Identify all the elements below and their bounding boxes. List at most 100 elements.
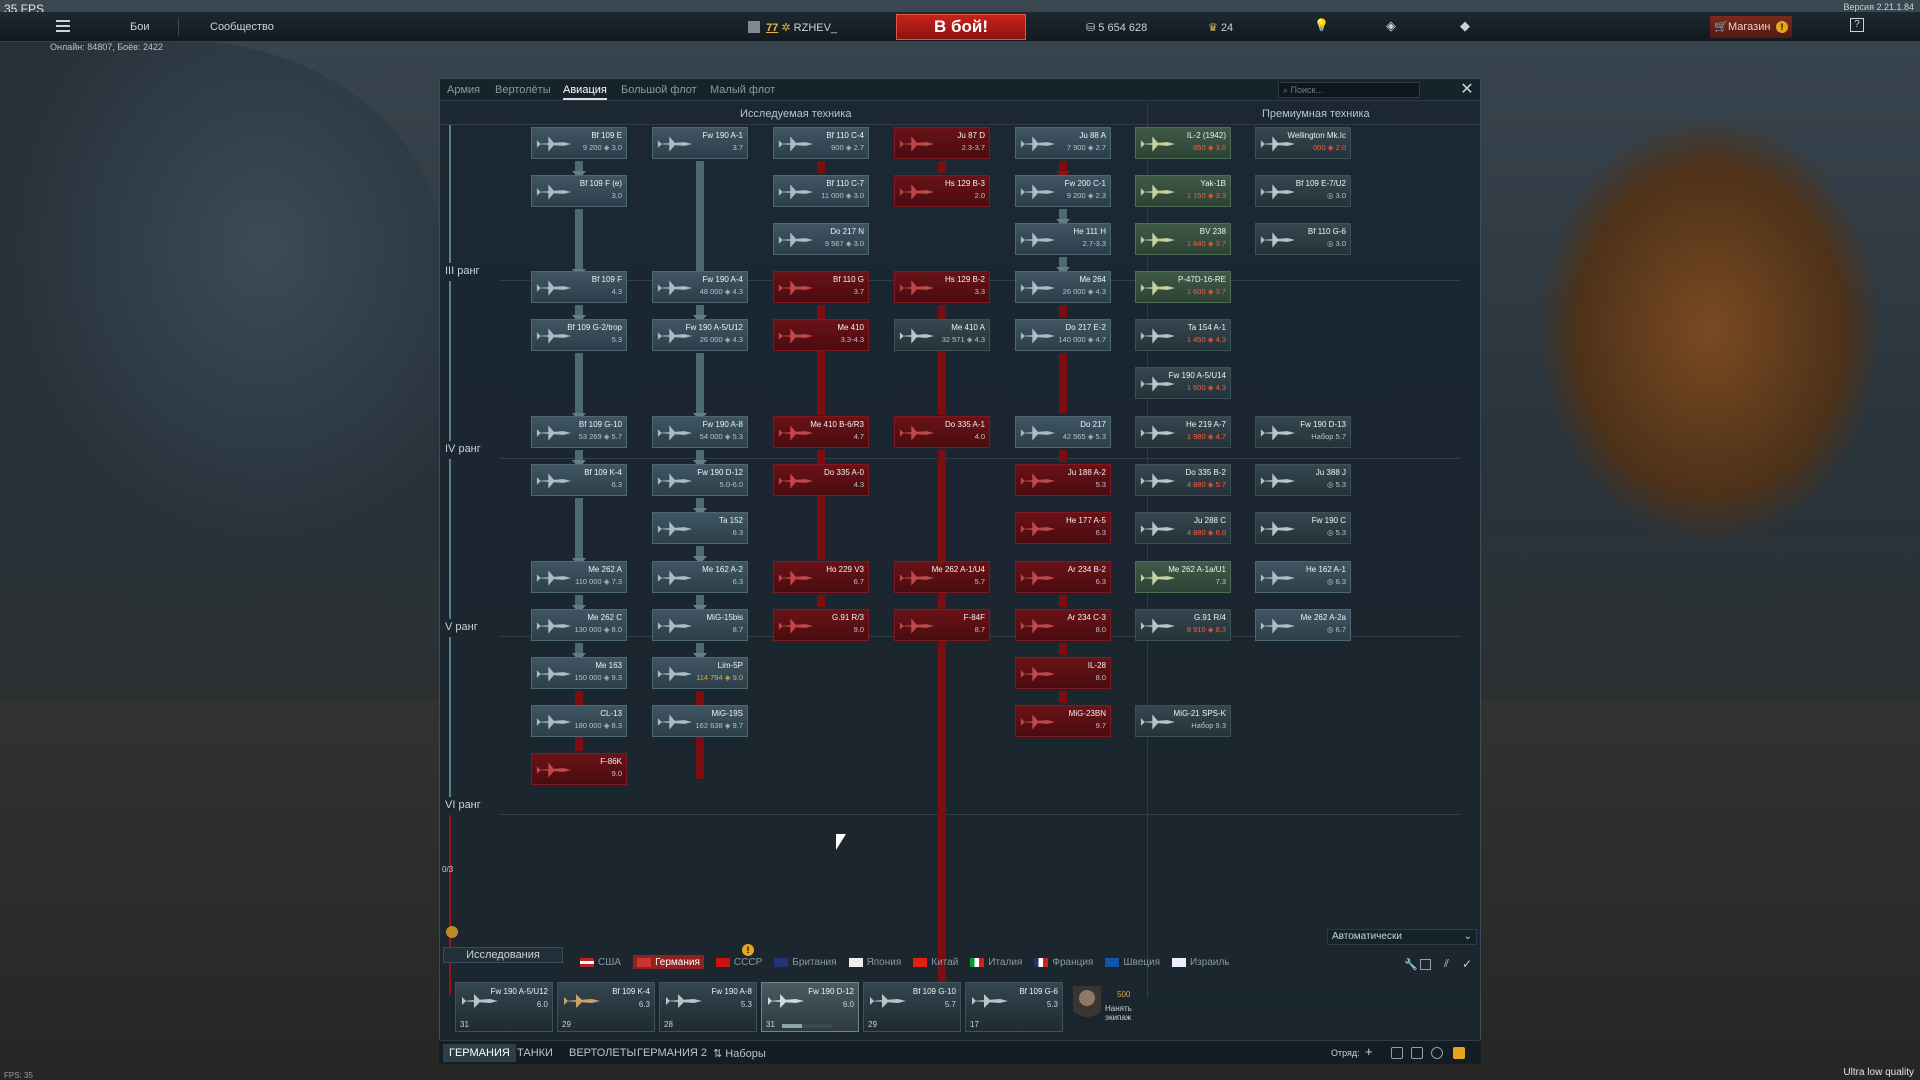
vehicle-card[interactable]: G.91 R/3 9.0 (773, 609, 869, 641)
chat-icon[interactable] (1431, 1047, 1443, 1059)
vehicle-card[interactable]: F-86K 9.0 (531, 753, 627, 785)
vehicle-card[interactable]: Bf 109 F (e) 3.0 (531, 175, 627, 207)
vehicle-card[interactable]: IL-28 8.0 (1015, 657, 1111, 689)
vehicle-card[interactable]: Me 262 A 110 000 ◈ 7.3 (531, 561, 627, 593)
vehicle-card[interactable]: Fw 190 D-12 5.0-6.0 (652, 464, 748, 496)
vehicle-card[interactable]: Fw 190 A-4 48 000 ◈ 4.3 (652, 271, 748, 303)
tab-army[interactable]: Армия (447, 84, 480, 96)
vehicle-card[interactable]: Wellington Mk.Ic 000 ◈ 2.0 (1255, 127, 1351, 159)
list-icon[interactable] (1391, 1047, 1403, 1059)
vehicle-card[interactable]: Fw 190 A-5/U12 26 000 ◈ 4.3 (652, 319, 748, 351)
repair-icon[interactable]: 🔧 (1404, 958, 1418, 971)
workshop-icon[interactable]: ◈ (1386, 18, 1396, 34)
vehicle-card[interactable]: Fw 190 A-8 54 000 ◈ 5.3 (652, 416, 748, 448)
checkbox[interactable] (1420, 959, 1431, 970)
nation-usa[interactable]: США (580, 955, 621, 969)
vehicle-card[interactable]: He 177 A-5 6.3 (1015, 512, 1111, 544)
research-toggle[interactable]: Исследования (443, 947, 563, 963)
vehicle-card[interactable]: Ta 152 6.3 (652, 512, 748, 544)
vehicle-card[interactable]: Me 162 A-2 6.3 (652, 561, 748, 593)
vehicle-card[interactable]: Ho 229 V3 6.7 (773, 561, 869, 593)
vehicle-card[interactable]: Yak-1B 1 150 ◈ 3.3 (1135, 175, 1231, 207)
vehicle-card[interactable]: Me 410 3.3-4.3 (773, 319, 869, 351)
vehicle-card[interactable]: G.91 R/4 8 910 ◈ 8.3 (1135, 609, 1231, 641)
vehicle-card[interactable]: P-47D-16-RE 1 600 ◈ 3.7 (1135, 271, 1231, 303)
vehicle-card[interactable]: Lim-5P 114 794 ◈ 9.0 (652, 657, 748, 689)
vehicle-card[interactable]: Bf 109 G-2/trop 5.3 (531, 319, 627, 351)
vehicle-card[interactable]: Bf 110 G-6 ◎ 3.0 (1255, 223, 1351, 255)
help-icon[interactable]: ? (1850, 18, 1864, 32)
vehicle-card[interactable]: Fw 190 D-13 Набор 5.7 (1255, 416, 1351, 448)
search-input[interactable]: ⌕ Поиск... (1278, 82, 1420, 98)
vehicle-card[interactable]: Me 264 26 000 ◈ 4.3 (1015, 271, 1111, 303)
vehicle-card[interactable]: Ju 388 J ◎ 5.3 (1255, 464, 1351, 496)
vehicle-card[interactable]: Bf 110 C-7 11 000 ◈ 3.0 (773, 175, 869, 207)
tab-bluewater-fleet[interactable]: Большой флот (621, 84, 697, 96)
nation-sweden[interactable]: Швеция (1105, 955, 1160, 969)
vehicle-card[interactable]: He 162 A-1 ◎ 6.3 (1255, 561, 1351, 593)
vehicle-card[interactable]: Ju 88 A 7 900 ◈ 2.7 (1015, 127, 1111, 159)
nation-ussr[interactable]: СССР (715, 955, 762, 969)
vehicle-card[interactable]: F-84F 8.7 (894, 609, 990, 641)
vehicle-card[interactable]: Do 217 42 565 ◈ 5.3 (1015, 416, 1111, 448)
add-squad-icon[interactable]: + (1365, 1045, 1377, 1059)
ammo-icon[interactable]: ⫽ (1444, 958, 1449, 971)
vehicle-card[interactable]: MiG-23BN 9.7 (1015, 705, 1111, 737)
crew-slot[interactable]: Bf 109 K-4 6.3 29 (557, 982, 655, 1032)
presets-button[interactable]: ⇅ Наборы (713, 1047, 766, 1060)
vehicle-card[interactable]: Ta 154 A-1 1 450 ◈ 4.3 (1135, 319, 1231, 351)
vehicle-card[interactable]: Do 335 A-1 4.0 (894, 416, 990, 448)
nation-japan[interactable]: Япония (848, 955, 901, 969)
profile-button[interactable]: 77 ✲ RZHEV_ (748, 21, 837, 34)
mail-icon[interactable] (1453, 1047, 1465, 1059)
tab-aviation[interactable]: Авиация (563, 84, 607, 100)
vehicle-card[interactable]: Do 335 B-2 4 880 ◈ 5.7 (1135, 464, 1231, 496)
crew-slot-selected[interactable]: Fw 190 D-12 6.0 31 (761, 982, 859, 1032)
vehicle-card[interactable]: CL-13 180 000 ◈ 8.3 (531, 705, 627, 737)
contacts-icon[interactable] (1411, 1047, 1423, 1059)
vehicle-card[interactable]: Bf 110 C-4 900 ◈ 2.7 (773, 127, 869, 159)
vehicle-card[interactable]: Do 335 A-0 4.3 (773, 464, 869, 496)
close-icon[interactable]: ✕ (1458, 81, 1476, 99)
nation-italy[interactable]: Италия (970, 955, 1022, 969)
vehicle-card[interactable]: Fw 190 A-1 3.7 (652, 127, 748, 159)
vehicle-card[interactable]: BV 238 1 840 ◈ 3.7 (1135, 223, 1231, 255)
vehicle-card[interactable]: Bf 109 K-4 6.3 (531, 464, 627, 496)
community-menu[interactable]: Сообщество (210, 21, 274, 33)
crew-slot[interactable]: Fw 190 A-8 5.3 28 (659, 982, 757, 1032)
vehicle-card[interactable]: Ju 188 A-2 5.3 (1015, 464, 1111, 496)
preset-tab-tanks[interactable]: ТАНКИ (517, 1047, 553, 1059)
vehicle-card[interactable]: MiG-15bis 8.7 (652, 609, 748, 641)
vehicle-card[interactable]: Hs 129 B-2 3.3 (894, 271, 990, 303)
gold-balance[interactable]: ♛ 24 (1208, 21, 1233, 34)
vehicle-card[interactable]: Me 262 A-2a ◎ 6.7 (1255, 609, 1351, 641)
vehicle-card[interactable]: Fw 190 A-5/U14 1 600 ◈ 4.3 (1135, 367, 1231, 399)
nation-china[interactable]: Китай (913, 955, 958, 969)
preset-tab-germany[interactable]: ГЕРМАНИЯ (443, 1044, 516, 1062)
coupon-icon[interactable]: ◆ (1460, 18, 1470, 34)
vehicle-card[interactable]: Do 217 N 9 567 ◈ 3.0 (773, 223, 869, 255)
vehicle-card[interactable]: IL-2 (1942) 850 ◈ 3.0 (1135, 127, 1231, 159)
preset-tab-germany-2[interactable]: ГЕРМАНИЯ 2 (637, 1047, 707, 1059)
vehicle-card[interactable]: Hs 129 B-3 2.0 (894, 175, 990, 207)
vehicle-card[interactable]: Me 163 150 000 ◈ 9.3 (531, 657, 627, 689)
vehicle-card[interactable]: Ju 87 D 2.3-3.7 (894, 127, 990, 159)
silver-balance[interactable]: ⛁ 5 654 628 (1086, 21, 1147, 34)
vehicle-card[interactable]: Me 410 B-6/R3 4.7 (773, 416, 869, 448)
check-icon[interactable]: ✓ (1462, 957, 1472, 971)
vehicle-card[interactable]: Me 262 C 130 000 ◈ 8.0 (531, 609, 627, 641)
lightbulb-icon[interactable]: 💡 (1314, 18, 1329, 32)
nation-israel[interactable]: Израиль (1171, 955, 1230, 969)
vehicle-card[interactable]: MiG-19S 162 638 ◈ 9.7 (652, 705, 748, 737)
vehicle-card[interactable]: Bf 109 E 9 200 ◈ 3.0 (531, 127, 627, 159)
vehicle-card[interactable]: Fw 200 C-1 9 200 ◈ 2.3 (1015, 175, 1111, 207)
hire-crew-button[interactable]: 500 Нанять экипаж (1067, 982, 1151, 1032)
to-battle-button[interactable]: В бой! (896, 14, 1026, 40)
nation-germany[interactable]: Германия (633, 955, 704, 969)
menu-icon[interactable] (56, 20, 70, 32)
vehicle-card[interactable]: He 219 A-7 1 980 ◈ 4.7 (1135, 416, 1231, 448)
vehicle-card[interactable]: Bf 110 G 3.7 (773, 271, 869, 303)
vehicle-card[interactable]: Me 262 A-1/U4 5.7 (894, 561, 990, 593)
vehicle-card[interactable]: Ar 234 B-2 6.3 (1015, 561, 1111, 593)
vehicle-card[interactable]: Ju 288 C 4 880 ◈ 6.0 (1135, 512, 1231, 544)
